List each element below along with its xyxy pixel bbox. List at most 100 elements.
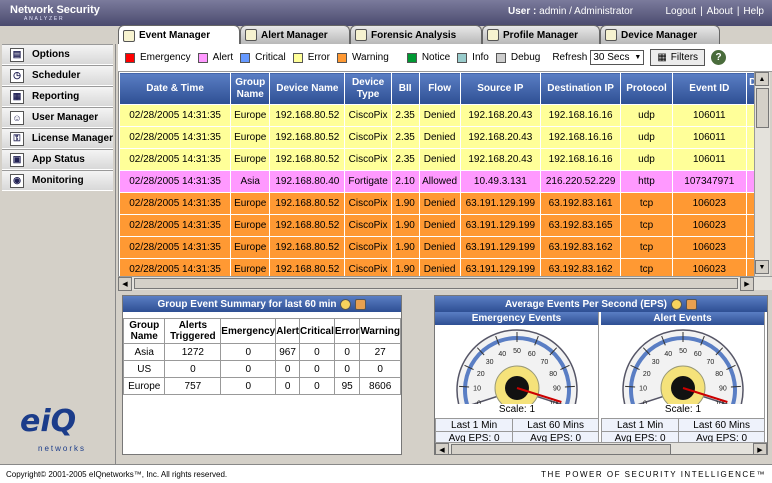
help-link[interactable]: Help — [743, 6, 764, 17]
bottom-panels: Group Event Summary for last 60 min Grou… — [118, 291, 772, 464]
event-cell: 192.168.80.40 — [269, 170, 346, 193]
column-header[interactable]: BII — [390, 72, 420, 105]
top-links: Logout | About | Help — [665, 6, 764, 17]
event-row[interactable]: 02/28/2005 14:31:35 Europe 192.168.80.52 Ci… — [119, 236, 770, 259]
tab-profile-manager[interactable]: Profile Manager — [482, 25, 600, 44]
tab-forensic-analysis[interactable]: Forensic Analysis — [350, 25, 482, 44]
severity-alert[interactable]: Alert — [197, 52, 233, 63]
sidebar-item-scheduler[interactable]: ◷ Scheduler — [2, 65, 113, 86]
events-table: Date & Time Group Name Device Name Device T… — [119, 72, 770, 276]
summary-cell: 0 — [275, 360, 300, 378]
tab-device-manager[interactable]: Device Manager — [600, 25, 720, 44]
sidebar-item-monitoring[interactable]: ◉ Monitoring — [2, 170, 113, 191]
column-header[interactable]: Date & Time — [119, 72, 232, 105]
sidebar-item-reporting[interactable]: ▦ Reporting — [2, 86, 113, 107]
scroll-down-icon[interactable]: ▼ — [755, 260, 769, 274]
severity-notice[interactable]: Notice — [406, 52, 450, 63]
event-cell: Europe — [230, 104, 271, 127]
export-icon[interactable] — [355, 298, 367, 310]
event-row[interactable]: 02/28/2005 14:31:35 Asia 192.168.80.40 Fort… — [119, 170, 770, 193]
severity-emergency[interactable]: Emergency — [125, 52, 191, 63]
summary-column-header: Emergency — [220, 318, 277, 344]
export-icon[interactable] — [685, 298, 697, 310]
column-header[interactable]: Event ID — [671, 72, 747, 105]
event-cell: Europe — [230, 214, 271, 237]
column-header[interactable]: Source IP — [459, 72, 541, 105]
event-cell: Denied — [418, 258, 461, 276]
event-row[interactable]: 02/28/2005 14:31:35 Europe 192.168.80.52 Ci… — [119, 214, 770, 237]
summary-cell: Europe — [122, 377, 166, 395]
sidebar-item-options[interactable]: ▤ Options — [2, 44, 113, 65]
help-icon[interactable]: ? — [711, 50, 727, 65]
user-icon: ☺ — [10, 110, 24, 125]
settings-icon[interactable] — [340, 298, 352, 310]
sidebar-item-app-status[interactable]: ▣ App Status — [2, 149, 113, 170]
severity-warning[interactable]: Warning — [336, 52, 389, 63]
event-row[interactable]: 02/28/2005 14:31:35 Europe 192.168.80.52 Ci… — [119, 104, 770, 127]
summary-body: Asia 1272 0 967 0 0 27 US 0 0 0 0 0 0 Europe 757 0 0 0 95 86… — [122, 343, 401, 395]
scroll-thumb[interactable] — [451, 444, 671, 454]
column-header[interactable]: Device Name — [269, 72, 346, 105]
tab-alert-manager[interactable]: Alert Manager — [240, 25, 350, 44]
bell-icon — [245, 29, 257, 41]
gauge-tick-label: 60 — [694, 351, 702, 358]
app-logo: Network Security ANALYZER — [2, 3, 116, 23]
column-header[interactable]: Flow — [418, 72, 461, 105]
scroll-right-icon[interactable]: ▶ — [753, 443, 767, 454]
app-status-icon: ▣ — [10, 152, 24, 167]
header-bar: Network Security ANALYZER User : admin /… — [0, 0, 772, 26]
events-horizontal-scrollbar[interactable]: ◀ ▶ — [118, 276, 772, 291]
event-row[interactable]: 02/28/2005 14:31:35 Europe 192.168.80.52 Ci… — [119, 148, 770, 171]
gauge-tick-label: 40 — [664, 351, 672, 358]
event-cell: 192.168.80.52 — [269, 126, 346, 149]
scroll-left-icon[interactable]: ◀ — [118, 277, 132, 291]
event-cell: CiscoPix — [344, 104, 392, 127]
scroll-right-icon[interactable]: ▶ — [740, 277, 754, 291]
event-cell: 63.192.83.162 — [539, 258, 622, 276]
sidebar-item-user-manager[interactable]: ☺ User Manager — [2, 107, 113, 128]
severity-debug[interactable]: Debug — [495, 52, 541, 63]
tab-event-manager[interactable]: Event Manager — [118, 25, 240, 45]
severity-critical[interactable]: Critical — [240, 52, 286, 63]
sidebar: ▤ Options ◷ Scheduler ▦ Reporting ☺ User Man… — [0, 44, 116, 464]
event-cell: http — [620, 170, 673, 193]
filters-button[interactable]: ▦ Filters — [650, 49, 706, 66]
eps-title-bar: Average Events Per Second (EPS) — [435, 296, 767, 312]
event-row[interactable]: 02/28/2005 14:31:35 Europe 192.168.80.52 Ci… — [119, 258, 770, 276]
event-cell: 192.168.80.52 — [269, 214, 346, 237]
severity-label: Debug — [510, 52, 541, 63]
scroll-thumb[interactable] — [756, 88, 769, 128]
tab-label: Forensic Analysis — [371, 29, 457, 41]
settings-icon[interactable] — [670, 298, 682, 310]
summary-cell: 0 — [333, 343, 361, 361]
column-header[interactable]: Device Type — [344, 72, 392, 105]
summary-row: US 0 0 0 0 0 0 — [122, 360, 401, 378]
about-link[interactable]: About — [707, 6, 733, 17]
eps-horizontal-scrollbar[interactable]: ◀ ▶ — [435, 442, 767, 454]
severity-label: Error — [307, 52, 330, 63]
severity-error[interactable]: Error — [292, 52, 330, 63]
sidebar-item-license-manager[interactable]: ⚿ License Manager — [2, 128, 113, 149]
emergency-swatch — [125, 52, 135, 63]
scroll-left-icon[interactable]: ◀ — [435, 443, 449, 454]
event-row[interactable]: 02/28/2005 14:31:35 Europe 192.168.80.52 Ci… — [119, 126, 770, 149]
events-header-row: Date & Time Group Name Device Name Device T… — [119, 72, 770, 105]
summary-cell: 757 — [164, 377, 222, 395]
event-cell: 02/28/2005 14:31:35 — [119, 192, 232, 215]
event-cell: 192.168.16.16 — [539, 148, 622, 171]
column-header[interactable]: Destination IP — [539, 72, 622, 105]
column-header[interactable]: Protocol — [620, 72, 673, 105]
event-cell: 192.168.80.52 — [269, 258, 346, 276]
tab-label: Alert Manager — [261, 29, 328, 41]
refresh-interval-select[interactable]: 30 Secs ▼ — [590, 50, 645, 65]
severity-info[interactable]: Info — [457, 52, 489, 63]
scroll-up-icon[interactable]: ▲ — [755, 72, 769, 86]
event-row[interactable]: 02/28/2005 14:31:35 Europe 192.168.80.52 Ci… — [119, 192, 770, 215]
column-header[interactable]: Group Name — [230, 72, 271, 105]
event-cell: Europe — [230, 258, 271, 276]
scroll-thumb[interactable] — [134, 278, 738, 289]
logout-link[interactable]: Logout — [665, 6, 696, 17]
eps-title: Average Events Per Second (EPS) — [505, 298, 667, 310]
events-vertical-scrollbar[interactable]: ▲ ▼ — [754, 72, 770, 276]
summary-title-bar: Group Event Summary for last 60 min — [123, 296, 401, 312]
